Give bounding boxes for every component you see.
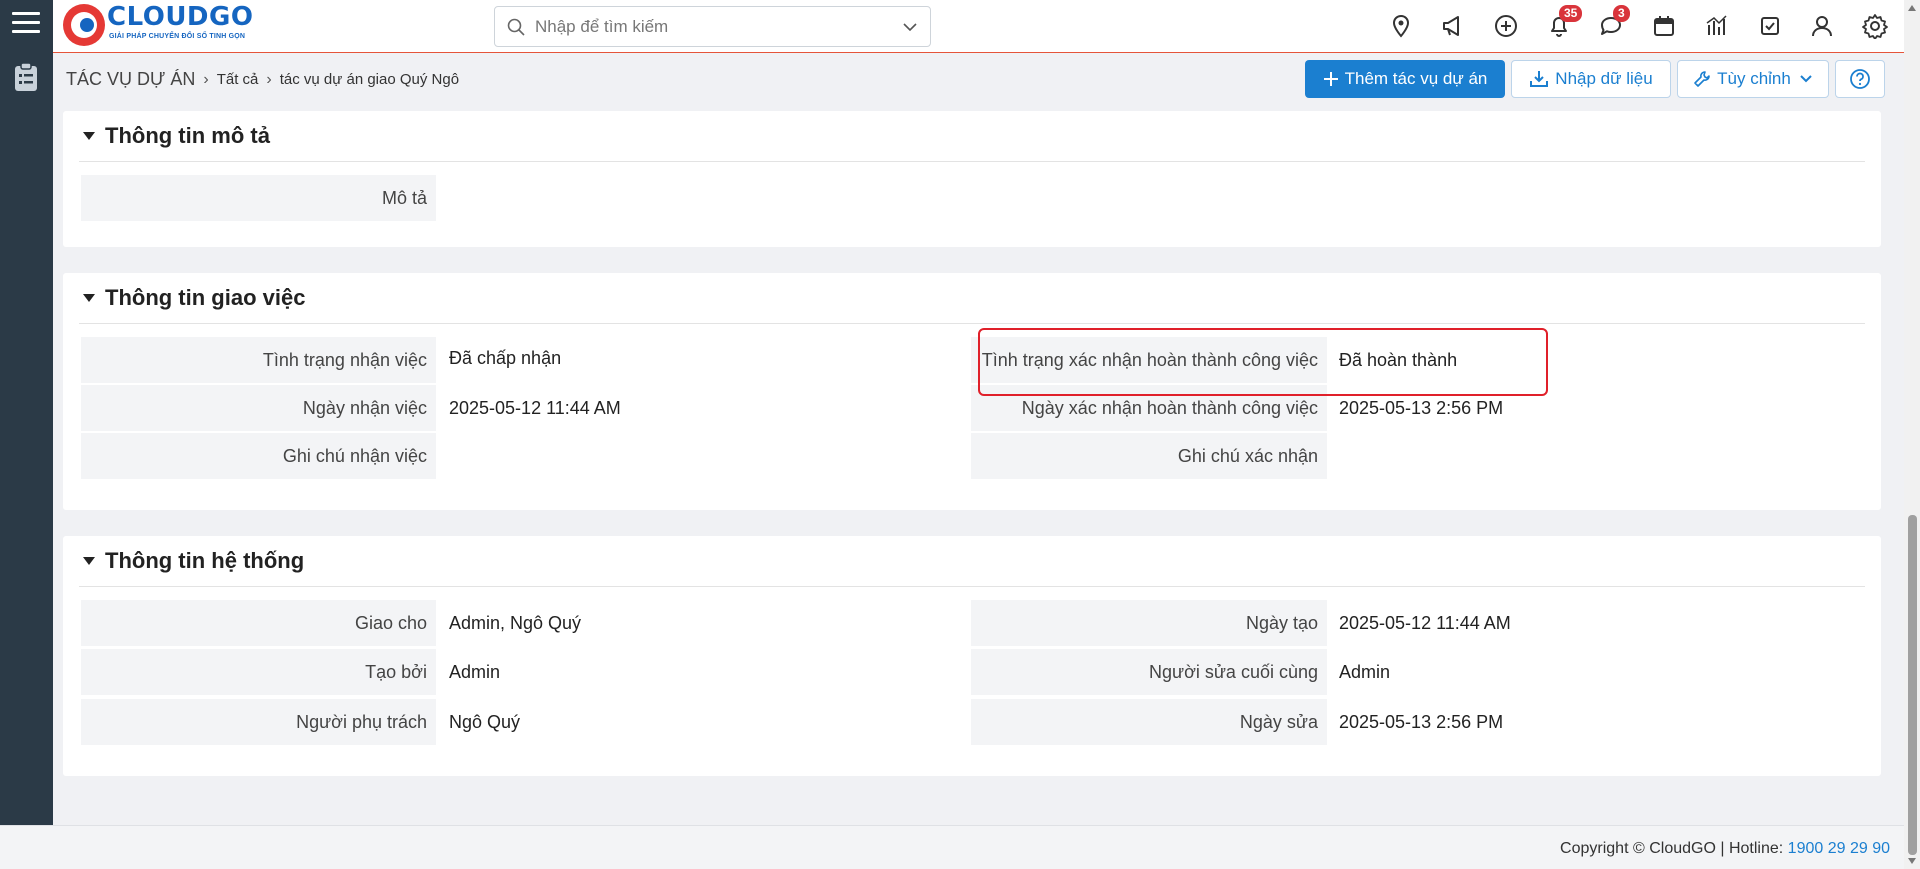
field-value[interactable]: 2025-05-12 11:44 AM: [1339, 600, 1839, 646]
chevron-right-icon: ›: [266, 70, 272, 88]
import-button-label: Nhập dữ liệu: [1555, 69, 1653, 88]
assignment-section: Thông tin giao việc Tình trạng nhận việc…: [63, 273, 1881, 510]
section-title: Thông tin mô tả: [105, 123, 270, 148]
detail-content: Thông tin mô tả Mô tả Thông tin giao việ…: [53, 106, 1904, 825]
caret-down-icon: [83, 132, 95, 140]
add-circle-icon[interactable]: [1493, 13, 1519, 39]
logo-tagline: GIẢI PHÁP CHUYỂN ĐỔI SỐ TINH GỌN: [109, 33, 246, 40]
logo-name: CLOUDGO: [107, 2, 254, 32]
footer: Copyright © CloudGO | Hotline: 1900 29 2…: [0, 825, 1904, 869]
field-label: Ghi chú nhận việc: [81, 433, 436, 479]
breadcrumb-module[interactable]: TÁC VỤ DỰ ÁN: [66, 69, 195, 90]
footer-separator: |: [1720, 840, 1729, 857]
notification-count-badge: 35: [1559, 5, 1583, 22]
divider: [79, 586, 1865, 587]
megaphone-icon[interactable]: [1440, 13, 1466, 39]
add-project-task-button[interactable]: Thêm tác vụ dự án: [1305, 60, 1505, 98]
field-value[interactable]: 2025-05-12 11:44 AM: [449, 385, 949, 431]
hotline-number[interactable]: 1900 29 29 90: [1788, 840, 1890, 857]
field-value[interactable]: Admin: [1339, 649, 1839, 695]
field-value[interactable]: [1339, 433, 1839, 479]
breadcrumb: TÁC VỤ DỰ ÁN › Tất cả › tác vụ dự án gia…: [66, 69, 459, 90]
completion-status-highlight: [978, 328, 1548, 396]
copyright-text: Copyright © CloudGO: [1560, 840, 1716, 857]
add-button-label: Thêm tác vụ dự án: [1344, 69, 1488, 88]
caret-down-icon: [83, 294, 95, 302]
divider: [79, 161, 1865, 162]
left-sidebar: [0, 0, 53, 825]
field-label: Ngày nhận việc: [81, 385, 436, 431]
footer-text: Copyright © CloudGO | Hotline: 1900 29 2…: [1560, 840, 1890, 858]
field-label: Ngày tạo: [971, 600, 1327, 646]
cloudgo-logo[interactable]: CLOUDGO GIẢI PHÁP CHUYỂN ĐỔI SỐ TINH GỌN: [63, 2, 263, 46]
location-pin-icon[interactable]: [1388, 13, 1414, 39]
message-count-badge: 3: [1613, 5, 1630, 22]
field-label: Tạo bởi: [81, 649, 436, 695]
question-circle-icon: [1850, 69, 1870, 89]
task-checkbox-icon[interactable]: [1757, 13, 1783, 39]
settings-gear-icon[interactable]: [1862, 13, 1888, 40]
user-profile-icon[interactable]: [1809, 13, 1835, 39]
section-title: Thông tin hệ thống: [105, 548, 305, 573]
search-input[interactable]: [535, 15, 875, 39]
plus-icon: [1323, 72, 1338, 86]
field-value[interactable]: [449, 175, 1849, 221]
customize-button-label: Tùy chỉnh: [1717, 69, 1791, 88]
field-value[interactable]: [449, 433, 949, 479]
field-label: Ngày sửa: [971, 699, 1327, 745]
help-button[interactable]: [1835, 60, 1885, 98]
field-value[interactable]: Admin, Ngô Quý: [449, 600, 949, 646]
analytics-chart-icon[interactable]: [1704, 13, 1730, 39]
chevron-right-icon: ›: [203, 70, 209, 88]
field-value[interactable]: Ngô Quý: [449, 699, 949, 745]
breadcrumb-all[interactable]: Tất cả: [217, 71, 259, 88]
field-label: Người phụ trách: [81, 699, 436, 745]
clipboard-icon[interactable]: [14, 62, 38, 92]
section-toggle[interactable]: Thông tin giao việc: [83, 285, 305, 311]
wrench-icon: [1694, 71, 1710, 87]
logo-mark-icon: [63, 4, 105, 46]
chevron-down-icon[interactable]: [902, 20, 918, 34]
chevron-down-icon: [1800, 75, 1812, 83]
field-label: Giao cho: [81, 600, 436, 646]
search-icon: [507, 18, 525, 36]
download-icon: [1530, 71, 1549, 87]
field-value[interactable]: 2025-05-13 2:56 PM: [1339, 699, 1839, 745]
global-search[interactable]: [494, 6, 931, 47]
field-label: Người sửa cuối cùng: [971, 649, 1327, 695]
system-section: Thông tin hệ thống Giao cho Admin, Ngô Q…: [63, 536, 1881, 776]
breadcrumb-current: tác vụ dự án giao Quý Ngô: [279, 71, 460, 88]
field-value[interactable]: Admin: [449, 649, 949, 695]
notification-bell-icon[interactable]: 35: [1546, 5, 1583, 39]
scroll-up-arrow-icon[interactable]: [1908, 5, 1916, 11]
field-label: Mô tả: [81, 175, 436, 221]
customize-dropdown-button[interactable]: Tùy chỉnh: [1677, 60, 1829, 98]
section-toggle[interactable]: Thông tin mô tả: [83, 123, 270, 149]
top-header: CLOUDGO GIẢI PHÁP CHUYỂN ĐỔI SỐ TINH GỌN…: [53, 0, 1904, 53]
scrollbar-thumb[interactable]: [1908, 515, 1917, 855]
field-value[interactable]: Đã chấp nhận: [449, 335, 949, 381]
field-label: Ghi chú xác nhận: [971, 433, 1327, 479]
divider: [79, 323, 1865, 324]
description-section: Thông tin mô tả Mô tả: [63, 111, 1881, 247]
menu-icon[interactable]: [12, 12, 40, 38]
field-label: Tình trạng nhận việc: [81, 337, 436, 383]
scroll-down-arrow-icon[interactable]: [1908, 858, 1916, 864]
caret-down-icon: [83, 557, 95, 565]
page-scrollbar[interactable]: [1904, 0, 1920, 869]
breadcrumb-toolbar: TÁC VỤ DỰ ÁN › Tất cả › tác vụ dự án gia…: [53, 54, 1904, 106]
hotline-label: Hotline:: [1728, 840, 1784, 857]
import-data-button[interactable]: Nhập dữ liệu: [1511, 60, 1671, 98]
chat-bubble-icon[interactable]: 3: [1598, 5, 1630, 39]
calendar-icon[interactable]: [1651, 13, 1677, 39]
section-toggle[interactable]: Thông tin hệ thống: [83, 548, 304, 574]
section-title: Thông tin giao việc: [105, 285, 306, 310]
